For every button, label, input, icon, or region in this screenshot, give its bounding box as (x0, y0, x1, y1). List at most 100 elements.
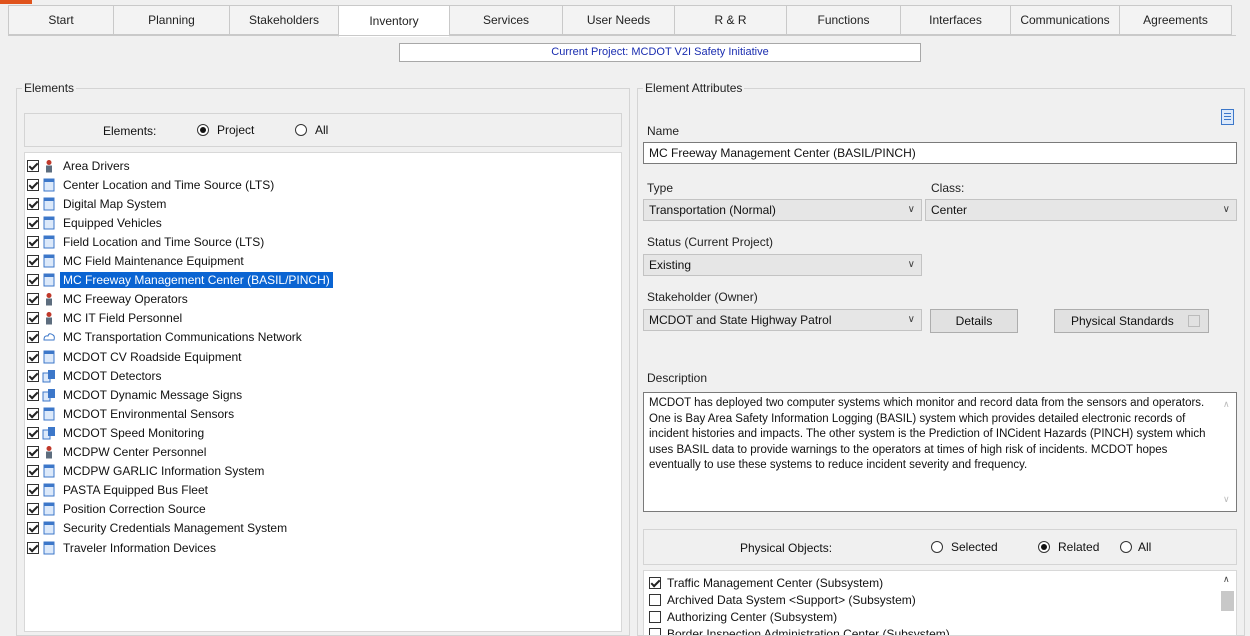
element-checkbox[interactable] (27, 293, 39, 306)
details-button[interactable]: Details (930, 309, 1018, 333)
physical-object-checkbox[interactable] (649, 576, 661, 589)
physical-objects-list[interactable]: ∧ Traffic Management Center (Subsystem) A… (643, 570, 1237, 636)
element-list-item[interactable]: Traveler Information Devices (27, 538, 219, 557)
element-list-item[interactable]: PASTA Equipped Bus Fleet (27, 481, 211, 500)
element-list-item[interactable]: MCDOT CV Roadside Equipment (27, 347, 245, 366)
element-list-item[interactable]: MCDPW GARLIC Information System (27, 462, 267, 481)
element-checkbox[interactable] (27, 331, 39, 344)
type-select[interactable]: Transportation (Normal) ∨ (643, 199, 922, 221)
tab-functions[interactable]: Functions (786, 5, 900, 35)
element-checkbox[interactable] (27, 503, 39, 516)
description-scrollbar[interactable]: ∧ ∨ (1220, 393, 1236, 511)
element-list-item[interactable]: MC Freeway Management Center (BASIL/PINC… (27, 271, 333, 290)
radio-all-objects[interactable] (1120, 541, 1132, 553)
element-checkbox[interactable] (27, 178, 39, 191)
element-list-item[interactable]: MC Freeway Operators (27, 290, 191, 309)
element-checkbox[interactable] (27, 465, 39, 478)
element-list-item[interactable]: Digital Map System (27, 194, 169, 213)
physical-object-checkbox[interactable] (649, 627, 661, 635)
element-list-item[interactable]: MCDOT Environmental Sensors (27, 404, 237, 423)
element-list-item[interactable]: Field Location and Time Source (LTS) (27, 232, 267, 251)
status-select-value: Existing (649, 258, 692, 272)
field-device-icon (42, 426, 56, 440)
element-checkbox[interactable] (27, 446, 39, 458)
element-checkbox[interactable] (27, 255, 39, 267)
element-label: Center Location and Time Source (LTS) (63, 177, 275, 192)
elements-option-all[interactable]: All (295, 123, 328, 137)
tab-r-and-r[interactable]: R & R (674, 5, 786, 35)
element-checkbox[interactable] (27, 388, 39, 401)
element-checkbox[interactable] (27, 159, 39, 172)
elements-list[interactable]: Area Drivers Center Location and Time Sou… (24, 152, 622, 632)
tab-inventory[interactable]: Inventory (338, 5, 449, 37)
element-checkbox[interactable] (27, 369, 39, 382)
scroll-down-icon[interactable]: ∨ (1223, 492, 1230, 508)
status-select[interactable]: Existing ∨ (643, 254, 922, 276)
tab-communications[interactable]: Communications (1010, 5, 1119, 35)
radio-selected[interactable] (931, 541, 943, 553)
element-list-item[interactable]: MC IT Field Personnel (27, 309, 185, 328)
element-list-item[interactable]: MCDPW Center Personnel (27, 443, 209, 462)
description-textarea[interactable]: MCDOT has deployed two computer systems … (643, 392, 1237, 512)
physical-standards-button[interactable]: Physical Standards (1054, 309, 1209, 333)
element-checkbox[interactable] (27, 407, 39, 420)
chevron-down-icon: ∨ (907, 314, 915, 325)
name-field[interactable]: MC Freeway Management Center (BASIL/PINC… (643, 142, 1237, 164)
center-icon (42, 254, 56, 268)
radio-related[interactable] (1038, 541, 1050, 553)
center-icon (42, 483, 56, 497)
tab-planning[interactable]: Planning (113, 5, 229, 35)
element-checkbox[interactable] (27, 197, 39, 210)
elements-option-project[interactable]: Project (197, 123, 254, 137)
physical-object-checkbox[interactable] (649, 610, 661, 623)
option-selected[interactable]: Selected (931, 540, 998, 554)
tab-stakeholders[interactable]: Stakeholders (229, 5, 338, 35)
element-checkbox[interactable] (27, 484, 39, 497)
physical-object-item[interactable]: Traffic Management Center (Subsystem) (649, 574, 883, 591)
element-list-item[interactable]: MC Transportation Communications Network (27, 328, 305, 347)
physical-standards-label: Physical Standards (1071, 314, 1174, 328)
element-label: MCDOT Dynamic Message Signs (63, 387, 243, 402)
tab-agreements[interactable]: Agreements (1119, 5, 1232, 35)
document-icon[interactable] (1221, 109, 1234, 125)
option-related[interactable]: Related (1038, 540, 1099, 554)
scroll-up-icon[interactable]: ∧ (1223, 397, 1230, 413)
center-icon (42, 464, 56, 478)
tab-interfaces[interactable]: Interfaces (900, 5, 1010, 35)
physical-object-item[interactable]: Authorizing Center (Subsystem) (649, 608, 837, 625)
radio-project[interactable] (197, 124, 209, 136)
option-all[interactable]: All (1120, 540, 1151, 554)
element-checkbox[interactable] (27, 274, 39, 287)
element-checkbox[interactable] (27, 350, 39, 363)
tab-user-needs[interactable]: User Needs (562, 5, 674, 35)
tab-services[interactable]: Services (449, 5, 562, 35)
element-list-item[interactable]: Area Drivers (27, 156, 133, 175)
element-list-item[interactable]: MCDOT Speed Monitoring (27, 423, 207, 442)
physical-object-item[interactable]: Border Inspection Administration Center … (649, 625, 950, 635)
element-list-item[interactable]: MC Field Maintenance Equipment (27, 252, 247, 271)
element-list-item[interactable]: MCDOT Detectors (27, 366, 164, 385)
radio-all[interactable] (295, 124, 307, 136)
scroll-up-icon[interactable]: ∧ (1223, 574, 1230, 585)
physical-objects-scrollbar[interactable]: ∧ (1218, 571, 1236, 635)
element-checkbox[interactable] (27, 426, 39, 439)
scroll-thumb[interactable] (1221, 591, 1234, 611)
cloud-icon (42, 330, 56, 344)
element-checkbox[interactable] (27, 541, 39, 554)
stakeholder-select[interactable]: MCDOT and State Highway Patrol ∨ (643, 309, 922, 331)
element-list-item[interactable]: Equipped Vehicles (27, 213, 165, 232)
tab-start[interactable]: Start (8, 5, 113, 35)
element-checkbox[interactable] (27, 312, 39, 325)
element-list-item[interactable]: Security Credentials Management System (27, 519, 290, 538)
element-list-item[interactable]: Center Location and Time Source (LTS) (27, 175, 277, 194)
element-list-item[interactable]: Position Correction Source (27, 500, 209, 519)
physical-object-item[interactable]: Archived Data System <Support> (Subsyste… (649, 591, 916, 608)
element-label: MCDOT CV Roadside Equipment (63, 349, 242, 364)
element-list-item[interactable]: MCDOT Dynamic Message Signs (27, 385, 245, 404)
element-checkbox[interactable] (27, 522, 39, 535)
element-checkbox[interactable] (27, 235, 39, 248)
physical-objects-filter-bar: Physical Objects: Selected Related All (643, 529, 1237, 565)
element-checkbox[interactable] (27, 216, 39, 229)
class-select[interactable]: Center ∨ (925, 199, 1237, 221)
physical-object-checkbox[interactable] (649, 593, 661, 606)
